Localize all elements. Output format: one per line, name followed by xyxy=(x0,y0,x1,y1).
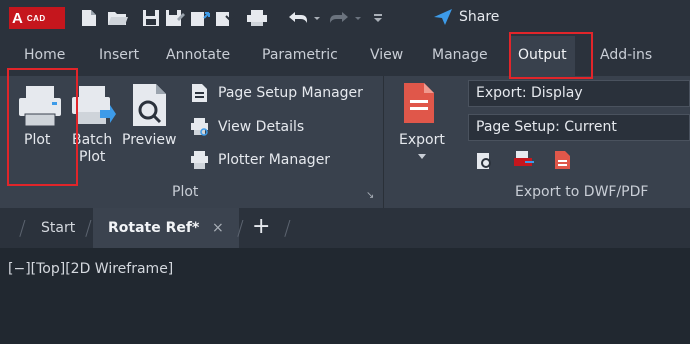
export-preview-icon[interactable] xyxy=(476,152,494,170)
tab-separator: / xyxy=(19,216,26,240)
page-setup-manager-label: Page Setup Manager xyxy=(218,85,363,101)
ribbon-panel-area: Plot Batch Plot Preview Page Setup Manag… xyxy=(0,76,690,208)
upload-icon[interactable] xyxy=(190,9,210,27)
page-setup-value: Page Setup: Current xyxy=(476,119,617,135)
tab-separator: / xyxy=(284,216,291,240)
save-as-icon[interactable] xyxy=(165,9,185,27)
close-tab-icon[interactable]: × xyxy=(212,220,224,236)
plot-button-highlight xyxy=(7,68,78,186)
plotter-manager-label: Plotter Manager xyxy=(218,152,331,168)
file-tab-bar: / Start / Rotate Ref* × / + / xyxy=(0,208,690,248)
panel-divider xyxy=(383,76,384,208)
download-icon[interactable] xyxy=(215,9,235,27)
view-details-label: View Details xyxy=(218,119,305,135)
tab-view[interactable]: View xyxy=(370,47,403,63)
export-dwf-icon[interactable] xyxy=(513,150,535,170)
panel-launcher-icon[interactable]: ↘ xyxy=(366,190,374,201)
undo-dropdown-icon[interactable] xyxy=(313,9,321,27)
plotter-manager-icon xyxy=(191,151,208,169)
page-setup-manager-button[interactable]: Page Setup Manager xyxy=(190,82,363,104)
quick-access-toolbar: A CAD Share xyxy=(0,0,690,36)
plotter-manager-button[interactable]: Plotter Manager xyxy=(190,149,330,171)
batch-plot-label-1[interactable]: Batch xyxy=(72,132,112,149)
redo-dropdown-icon[interactable] xyxy=(354,9,362,27)
tab-separator: / xyxy=(237,216,244,240)
viewport-controls[interactable]: [−][Top][2D Wireframe] xyxy=(8,261,173,277)
output-tab-highlight xyxy=(509,32,593,79)
export-icon xyxy=(404,83,434,123)
drawing-canvas[interactable]: [−][Top][2D Wireframe] xyxy=(0,248,690,344)
file-tab-rotate-ref[interactable]: Rotate Ref* xyxy=(108,220,199,236)
share-icon xyxy=(434,9,452,25)
file-tab-start[interactable]: Start xyxy=(41,220,75,236)
save-icon[interactable] xyxy=(142,9,160,27)
tab-annotate[interactable]: Annotate xyxy=(166,47,230,63)
preview-label[interactable]: Preview xyxy=(122,132,177,149)
plot-icon[interactable] xyxy=(246,9,268,27)
tab-home[interactable]: Home xyxy=(24,47,65,63)
batch-plot-label-2[interactable]: Plot xyxy=(79,149,105,166)
new-tab-plus-icon[interactable]: + xyxy=(252,214,270,239)
page-setup-icon xyxy=(192,84,207,102)
share-label: Share xyxy=(459,9,500,25)
logo-letter: A xyxy=(12,9,23,27)
undo-icon[interactable] xyxy=(287,9,309,27)
open-icon[interactable] xyxy=(107,9,129,27)
new-icon[interactable] xyxy=(81,9,97,27)
view-details-icon xyxy=(191,118,208,136)
export-display-select[interactable]: Export: Display xyxy=(468,80,690,107)
view-details-button[interactable]: View Details xyxy=(190,116,304,138)
customize-icon[interactable] xyxy=(372,9,384,27)
export-display-value: Export: Display xyxy=(476,85,583,101)
share-button[interactable]: Share xyxy=(433,8,499,26)
plot-panel-title: Plot xyxy=(172,184,199,200)
preview-icon xyxy=(133,84,166,126)
export-pdf-icon[interactable] xyxy=(553,150,573,170)
tab-manage[interactable]: Manage xyxy=(432,47,488,63)
export-label[interactable]: Export xyxy=(399,132,445,149)
export-panel-title: Export to DWF/PDF xyxy=(515,184,649,200)
redo-icon[interactable] xyxy=(328,9,350,27)
app-logo[interactable]: A CAD xyxy=(9,7,65,29)
logo-text: CAD xyxy=(26,13,46,23)
page-setup-select[interactable]: Page Setup: Current xyxy=(468,114,690,141)
export-dropdown-arrow-icon[interactable] xyxy=(418,154,426,160)
tab-insert[interactable]: Insert xyxy=(99,47,139,63)
tab-separator: / xyxy=(85,216,92,240)
tab-add-ins[interactable]: Add-ins xyxy=(600,47,652,63)
tab-parametric[interactable]: Parametric xyxy=(262,47,338,63)
